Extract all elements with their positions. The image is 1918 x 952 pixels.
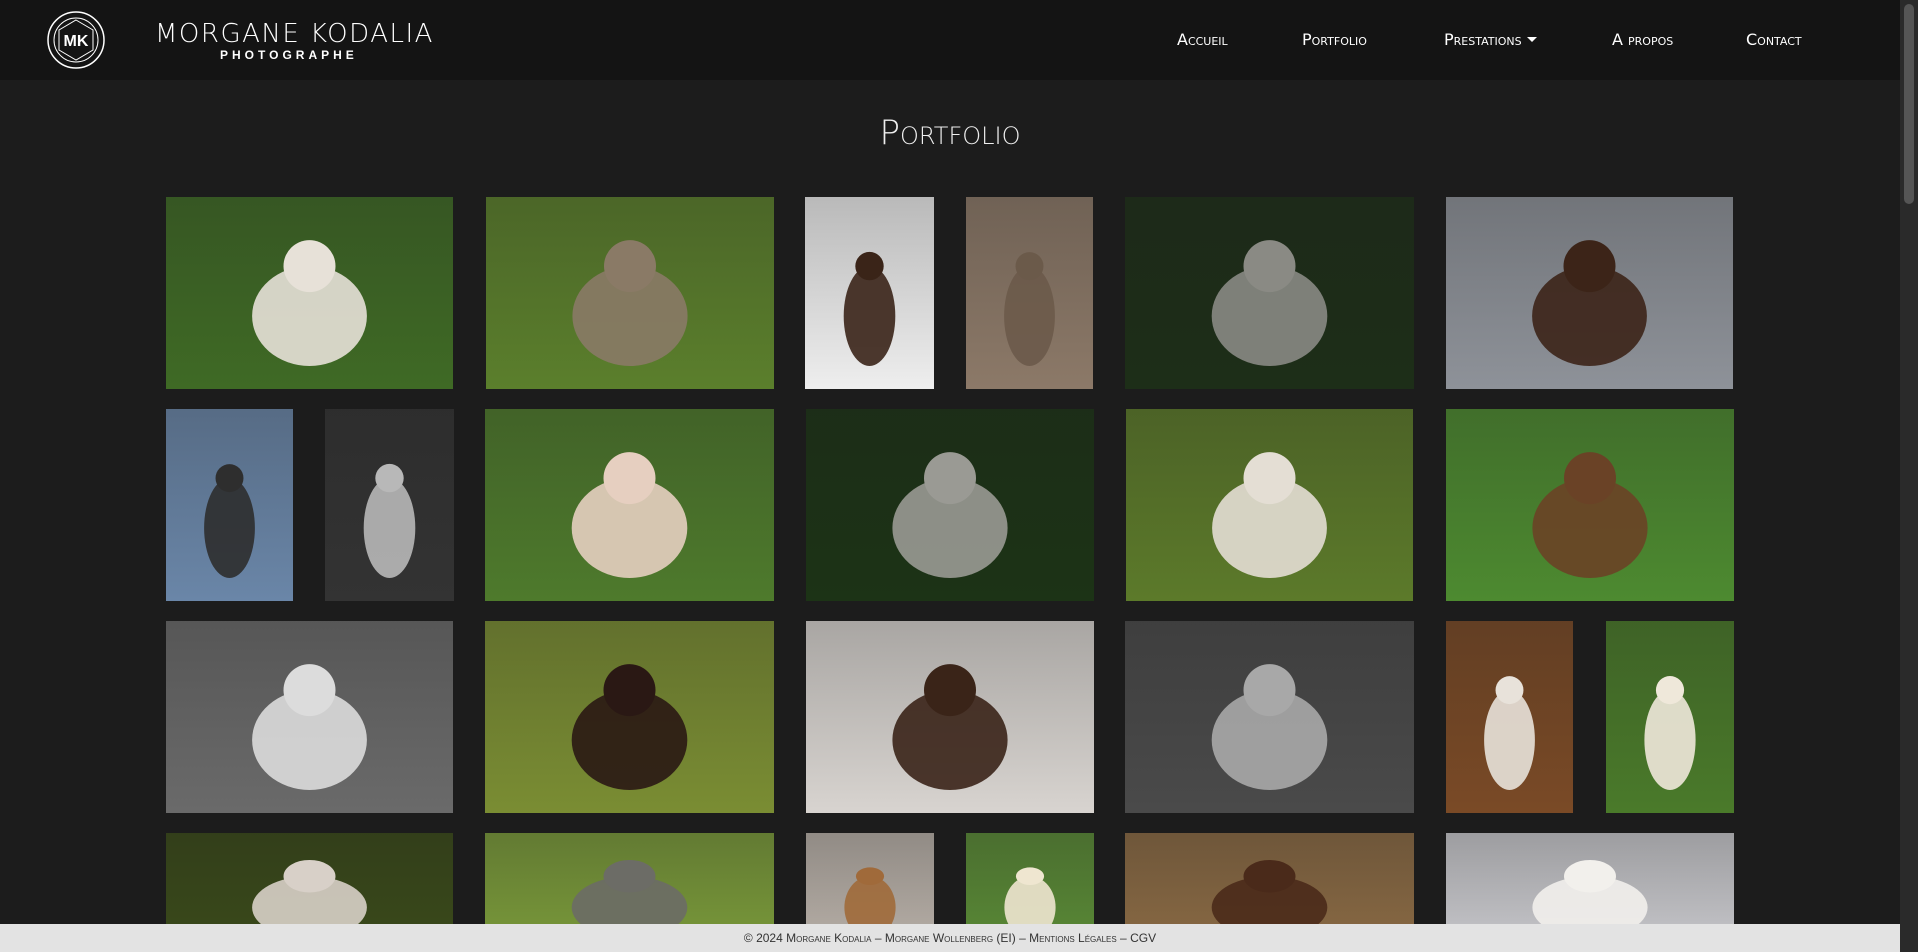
footer-separator: – xyxy=(1019,931,1026,945)
footer-legal-link[interactable]: Mentions Légales xyxy=(1029,931,1117,945)
footer-separator: – xyxy=(1120,931,1127,945)
footer-cgv-link[interactable]: CGV xyxy=(1130,931,1156,945)
portfolio-photo-tabby-cat-grass[interactable] xyxy=(486,197,774,389)
nav-prestations[interactable]: Prestations xyxy=(1444,30,1537,49)
portfolio-photo-chocolate-labrador-snow[interactable] xyxy=(805,197,934,389)
footer-separator: – xyxy=(874,931,882,945)
portfolio-photo-tabby-cat-rock[interactable] xyxy=(966,197,1093,389)
page-title: Portfolio xyxy=(879,113,1021,153)
nav-contact[interactable]: Contact xyxy=(1746,30,1802,49)
portfolio-photo-terrier-sunset-field[interactable] xyxy=(1126,409,1413,601)
portfolio-photo-donkeys-bokeh[interactable] xyxy=(1125,197,1414,389)
nav-apropos[interactable]: A propos xyxy=(1612,30,1673,49)
portfolio-photo-labrador-snow-forest[interactable] xyxy=(806,621,1094,813)
portfolio-photo-donkeys-playing[interactable] xyxy=(806,409,1094,601)
portfolio-photo-brown-goat[interactable] xyxy=(1446,409,1734,601)
portfolio-photo-chocolate-labrador-lake[interactable] xyxy=(1446,197,1733,389)
portfolio-photo-jack-russell-terrier[interactable] xyxy=(166,197,453,389)
footer-copyright: © 2024 Morgane Kodalia xyxy=(743,931,872,945)
nav-accueil[interactable]: Accueil xyxy=(1177,30,1228,49)
site-header: MK MORGANE KODALIA PHOTOGRAPHE Accueil P… xyxy=(0,0,1900,80)
nav-prestations-label: Prestations xyxy=(1444,30,1522,49)
portfolio-photo-dog-beach-reflection[interactable] xyxy=(166,409,293,601)
nav-portfolio[interactable]: Portfolio xyxy=(1302,30,1367,49)
portfolio-photo-spaniel-puppy[interactable] xyxy=(485,409,774,601)
portfolio-photo-golden-retriever-clover[interactable] xyxy=(1606,621,1734,813)
footer-owner: Morgane Wollenberg (EI) xyxy=(884,931,1016,945)
portfolio-photo-cat-stool-bw[interactable] xyxy=(1125,621,1414,813)
portfolio-photo-black-cat-field[interactable] xyxy=(485,621,774,813)
chevron-down-icon xyxy=(1526,37,1537,42)
scrollbar-thumb[interactable] xyxy=(1904,4,1914,204)
main-nav: Accueil Portfolio Prestations A propos C… xyxy=(0,30,1900,54)
site-footer: © 2024 Morgane Kodalia – Morgane Wollenb… xyxy=(0,924,1900,952)
portfolio-photo-terrier-autumn-leaves[interactable] xyxy=(1446,621,1573,813)
portfolio-photo-woman-golden-retriever-bw[interactable] xyxy=(166,621,453,813)
portfolio-photo-cat-black-white[interactable] xyxy=(325,409,454,601)
